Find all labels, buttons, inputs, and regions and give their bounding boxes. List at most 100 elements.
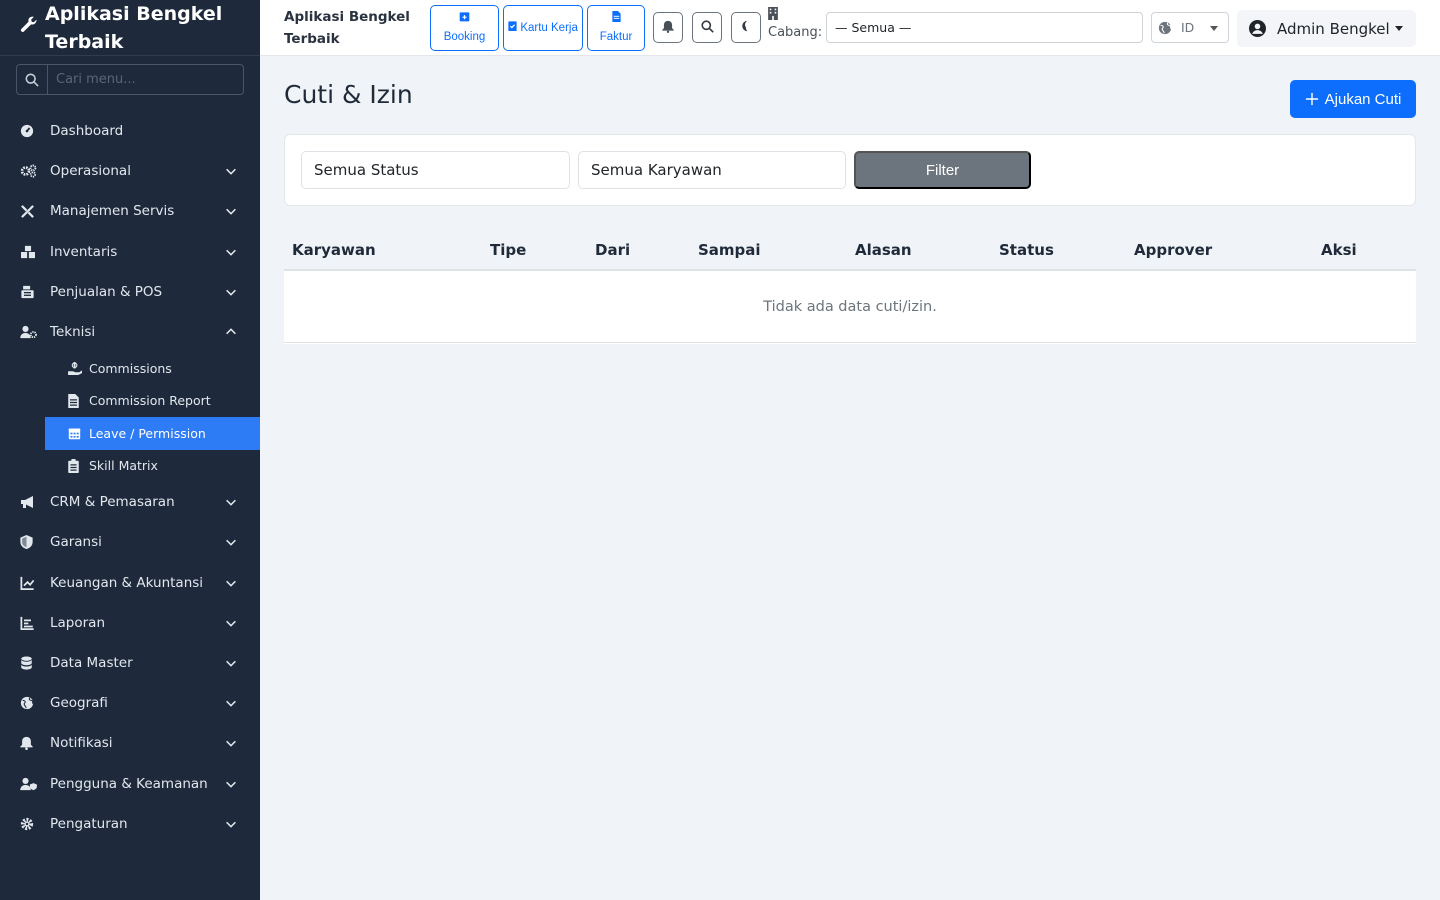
notification-button[interactable] [653,12,683,43]
sidebar-item-label: Laporan [50,614,106,631]
user-menu-button[interactable]: Admin Bengkel [1237,10,1416,47]
empty-state-text: Tidak ada data cuti/izin. [763,298,937,315]
wrench-icon [20,16,38,38]
kartu-kerja-label: Kartu Kerja [520,22,578,34]
sidebar-subitem-leave-permission[interactable]: Leave / Permission [45,417,260,450]
sidebar-item-label: Keuangan & Akuntansi [50,574,204,591]
column-header: Tipe [490,241,527,259]
sidebar-item-keuangan[interactable]: Keuangan & Akuntansi [0,563,260,603]
bell-icon [20,736,50,751]
sidebar-item-data-master[interactable]: Data Master [0,643,260,683]
dark-mode-toggle[interactable] [731,12,761,43]
leave-table: Karyawan Tipe Dari Sampai Alasan Status … [284,230,1416,344]
file-invoice-icon [611,10,621,28]
chevron-down-icon [226,660,236,667]
table-header: Karyawan Tipe Dari Sampai Alasan Status … [284,230,1416,271]
sidebar-item-label: CRM & Pemasaran [50,494,175,511]
booking-label: Booking [443,31,486,43]
database-icon [20,656,50,670]
calendar-plus-icon [459,10,470,28]
faktur-label: Faktur [599,31,633,43]
column-header: Approver [1134,241,1213,259]
sidebar-item-operasional[interactable]: Operasional [0,151,260,191]
tools-icon [20,204,50,219]
status-filter-select[interactable]: Semua Status [301,151,570,189]
booking-button[interactable]: Booking [430,5,499,51]
column-header: Dari [595,241,631,259]
search-icon [700,19,714,36]
ajukan-cuti-button[interactable]: Ajukan Cuti [1290,80,1416,118]
chevron-down-icon [226,781,236,788]
globe-icon [20,696,50,710]
kartu-kerja-button[interactable]: Kartu Kerja [503,5,583,51]
sidebar-item-geografi[interactable]: Geografi [0,683,260,723]
page-title: Cuti & Izin [284,80,413,109]
topbar-title: Aplikasi Bengkel Terbaik [284,9,410,47]
bell-icon [662,20,674,36]
column-header: Sampai [698,241,761,259]
chevron-down-icon [226,741,236,748]
column-header: Karyawan [292,241,376,259]
sidebar-item-dashboard[interactable]: Dashboard [0,111,260,151]
sidebar-subitem-label: Leave / Permission [89,425,206,441]
sidebar-item-label: Garansi [50,534,102,551]
sidebar-item-label: Manajemen Servis [50,203,175,220]
cash-register-icon [20,285,50,299]
chevron-down-icon [226,209,236,216]
empty-state: Tidak ada data cuti/izin. [284,271,1416,343]
sidebar-subitem-skill-matrix[interactable]: Skill Matrix [0,450,260,483]
chevron-down-icon [226,620,236,627]
chevron-down-icon [226,700,236,707]
sidebar-item-notifikasi[interactable]: Notifikasi [0,723,260,763]
brand[interactable]: Aplikasi Bengkel Terbaik [0,0,260,56]
employee-filter-value: Semua Karyawan [591,161,722,179]
sidebar-search-input[interactable] [47,64,244,95]
user-shield-icon [20,777,50,791]
filter-card: Semua Status Semua Karyawan Filter [284,134,1416,206]
moon-icon [740,20,752,35]
plus-icon [1305,92,1319,106]
chart-line-icon [20,576,50,590]
file-invoice-icon [68,393,89,408]
sidebar-item-garansi[interactable]: Garansi [0,522,260,562]
sidebar-item-label: Geografi [50,695,108,712]
clipboard-check-icon [508,19,517,37]
cabang-select[interactable]: — Semua — [826,12,1143,43]
boxes-icon [20,245,50,259]
search-button[interactable] [692,12,722,43]
faktur-button[interactable]: Faktur [587,5,645,51]
sidebar-subitem-commissions[interactable]: Commissions [0,352,260,385]
sidebar-subitem-label: Skill Matrix [89,458,158,474]
sidebar-item-manajemen-servis[interactable]: Manajemen Servis [0,191,260,231]
sidebar-item-label: Pengaturan [50,815,128,832]
filter-button-label: Filter [925,161,960,179]
clipboard-list-icon [68,458,89,473]
gauge-icon [20,124,50,138]
filter-button[interactable]: Filter [854,151,1031,189]
sidebar-search [16,64,244,95]
sidebar-item-inventaris[interactable]: Inventaris [0,232,260,272]
sidebar-item-laporan[interactable]: Laporan [0,603,260,643]
sidebar-item-pengguna-keamanan[interactable]: Pengguna & Keamanan [0,763,260,803]
hand-holding-dollar-icon [68,361,89,375]
sidebar-item-label: Teknisi [50,324,96,341]
topbar: Aplikasi Bengkel Terbaik Booking Kartu K… [260,0,1440,56]
sidebar-item-pengaturan[interactable]: Pengaturan [0,804,260,844]
language-select[interactable]: ID [1151,12,1229,43]
brand-title: Aplikasi Bengkel Terbaik [45,3,223,53]
user-cog-icon [20,325,50,339]
calendar-icon [68,427,89,440]
sidebar-subitem-label: Commissions [89,360,172,376]
sidebar: Aplikasi Bengkel Terbaik Dashboard Opera… [0,0,260,900]
sidebar-item-penjualan-pos[interactable]: Penjualan & POS [0,272,260,312]
sidebar-item-crm[interactable]: CRM & Pemasaran [0,482,260,522]
sidebar-subitem-label: Commission Report [89,393,211,409]
sidebar-item-label: Dashboard [50,123,124,140]
chevron-down-icon [226,821,236,828]
shield-icon [20,535,50,550]
sidebar-item-teknisi[interactable]: Teknisi [0,312,260,352]
search-icon [16,64,47,95]
employee-filter-select[interactable]: Semua Karyawan [578,151,846,189]
sidebar-subitem-commission-report[interactable]: Commission Report [0,385,260,418]
kartu-kerja-label-line: Kartu Kerja [508,19,578,37]
